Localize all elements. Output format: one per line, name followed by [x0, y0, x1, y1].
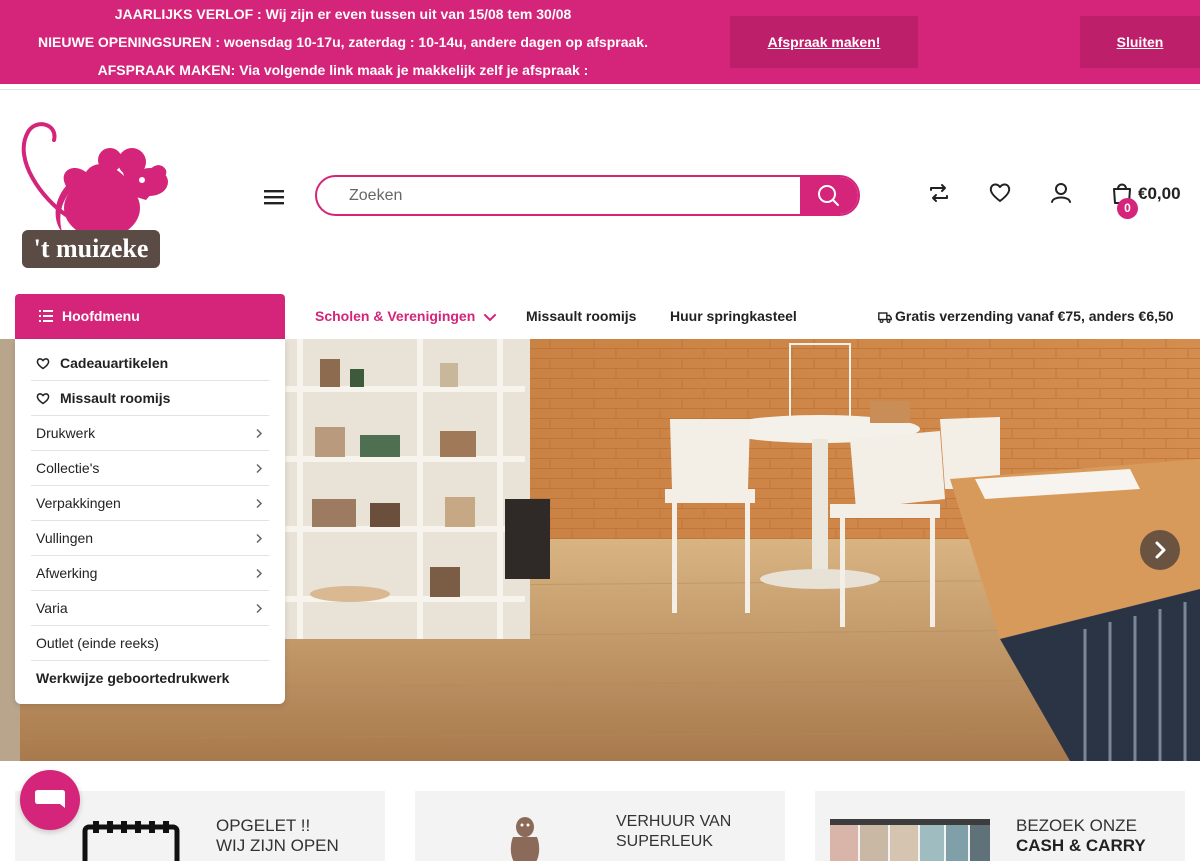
- promo-card-cash-carry[interactable]: BEZOEK ONZE CASH & CARRY: [815, 791, 1185, 861]
- shipping-text: Gratis verzending vanaf €75, anders €6,5…: [895, 308, 1174, 324]
- shipping-notice: Gratis verzending vanaf €75, anders €6,5…: [878, 308, 1174, 324]
- chevron-right-icon: [256, 533, 263, 544]
- heart-icon: [989, 183, 1011, 202]
- menu-item-label: Vullingen: [36, 530, 94, 546]
- menu-item-label: Collectie's: [36, 460, 100, 476]
- promo-card-line: VERHUUR VAN: [616, 813, 732, 830]
- slider-next-button[interactable]: [1140, 530, 1180, 570]
- hamburger-icon: [264, 190, 284, 205]
- account-button[interactable]: [1048, 180, 1074, 206]
- main-menu-dropdown: Cadeauartikelen Missault roomijs Drukwer…: [15, 339, 285, 704]
- announcement-line: AFSPRAAK MAKEN: Via volgende link maak j…: [97, 62, 589, 78]
- search-icon: [818, 185, 839, 206]
- hamburger-button[interactable]: [262, 186, 286, 208]
- cart-count-badge: 0: [1117, 198, 1138, 219]
- menu-item-varia[interactable]: Varia: [31, 591, 269, 626]
- menu-item-packaging[interactable]: Verpakkingen: [31, 486, 269, 521]
- nav-link-label: Scholen & Verenigingen: [315, 308, 476, 324]
- announcement-line: NIEUWE OPENINGSUREN : woensdag 10-17u, z…: [38, 34, 648, 50]
- search-button[interactable]: [800, 177, 858, 214]
- promo-card-text: OPGELET !! WIJ ZIJN OPEN: [216, 816, 339, 856]
- menu-item-label: Afwerking: [36, 565, 98, 581]
- chevron-right-icon: [256, 428, 263, 439]
- inflatable-figure-image: [510, 817, 540, 861]
- chevron-right-icon: [256, 568, 263, 579]
- compare-icon: [930, 184, 948, 202]
- nav-link-schools[interactable]: Scholen & Verenigingen: [315, 308, 497, 324]
- make-appointment-button[interactable]: Afspraak maken!: [730, 16, 918, 68]
- announcement-line: JAARLIJKS VERLOF : Wij zijn er even tuss…: [114, 6, 572, 22]
- close-announcement-button[interactable]: Sluiten: [1080, 16, 1200, 68]
- chevron-right-icon: [1155, 541, 1166, 559]
- chat-icon: [35, 790, 65, 808]
- heart-icon: [36, 358, 50, 370]
- menu-item-gifts[interactable]: Cadeauartikelen: [31, 346, 269, 381]
- nav-link-bouncy-castle[interactable]: Huur springkasteel: [670, 308, 797, 324]
- list-icon: [39, 310, 53, 322]
- chevron-right-icon: [256, 603, 263, 614]
- promo-card-text: BEZOEK ONZE CASH & CARRY: [1016, 816, 1146, 856]
- search-bar: [315, 175, 860, 216]
- chevron-right-icon: [256, 498, 263, 509]
- menu-item-label: Drukwerk: [36, 425, 96, 441]
- wishlist-button[interactable]: [987, 180, 1013, 206]
- promo-card-line: BEZOEK ONZE: [1016, 816, 1137, 835]
- cart-total[interactable]: €0,00: [1138, 184, 1181, 204]
- divider: [0, 89, 1200, 90]
- menu-item-fillings[interactable]: Vullingen: [31, 521, 269, 556]
- promo-card-line: OPGELET !!: [216, 816, 311, 835]
- promo-card-text: VERHUUR VAN SUPERLEUK: [616, 812, 731, 852]
- menu-item-label: Werkwijze geboortedrukwerk: [36, 670, 230, 686]
- main-menu-label: Hoofdmenu: [62, 308, 140, 324]
- menu-item-label: Cadeauartikelen: [60, 355, 169, 371]
- menu-item-label: Outlet (einde reeks): [36, 635, 159, 651]
- menu-item-finishing[interactable]: Afwerking: [31, 556, 269, 591]
- compare-button[interactable]: [926, 180, 952, 206]
- menu-item-collections[interactable]: Collectie's: [31, 451, 269, 486]
- menu-item-label: Varia: [36, 600, 68, 616]
- menu-item-birth-print-method[interactable]: Werkwijze geboortedrukwerk: [31, 661, 269, 696]
- promo-card-line: WIJ ZIJN OPEN: [216, 836, 339, 855]
- chat-button[interactable]: [20, 770, 80, 830]
- announcement-bar: JAARLIJKS VERLOF : Wij zijn er even tuss…: [0, 0, 1200, 84]
- menu-item-missault[interactable]: Missault roomijs: [31, 381, 269, 416]
- logo-text: 't muizeke: [34, 234, 149, 263]
- menu-item-label: Missault roomijs: [60, 390, 171, 406]
- mouse-logo-icon: 't muizeke: [21, 122, 168, 268]
- menu-item-label: Verpakkingen: [36, 495, 121, 511]
- promo-card-rental[interactable]: VERHUUR VAN SUPERLEUK: [415, 791, 785, 861]
- calendar-icon: [82, 821, 180, 861]
- chevron-right-icon: [256, 463, 263, 474]
- promo-card-line: CASH & CARRY: [1016, 836, 1146, 855]
- menu-item-outlet[interactable]: Outlet (einde reeks): [31, 626, 269, 661]
- user-icon: [1051, 183, 1071, 203]
- promo-card-line: SUPERLEUK: [616, 833, 713, 850]
- main-menu-toggle[interactable]: Hoofdmenu: [15, 294, 285, 339]
- truck-icon: [878, 312, 892, 323]
- search-input[interactable]: [317, 177, 802, 214]
- jars-image: [830, 819, 990, 861]
- nav-link-missault[interactable]: Missault roomijs: [526, 308, 636, 324]
- chevron-down-icon: [484, 314, 497, 322]
- announcement-text: JAARLIJKS VERLOF : Wij zijn er even tuss…: [0, 0, 686, 84]
- site-logo[interactable]: 't muizeke: [14, 120, 168, 270]
- menu-item-print[interactable]: Drukwerk: [31, 416, 269, 451]
- heart-icon: [36, 393, 50, 405]
